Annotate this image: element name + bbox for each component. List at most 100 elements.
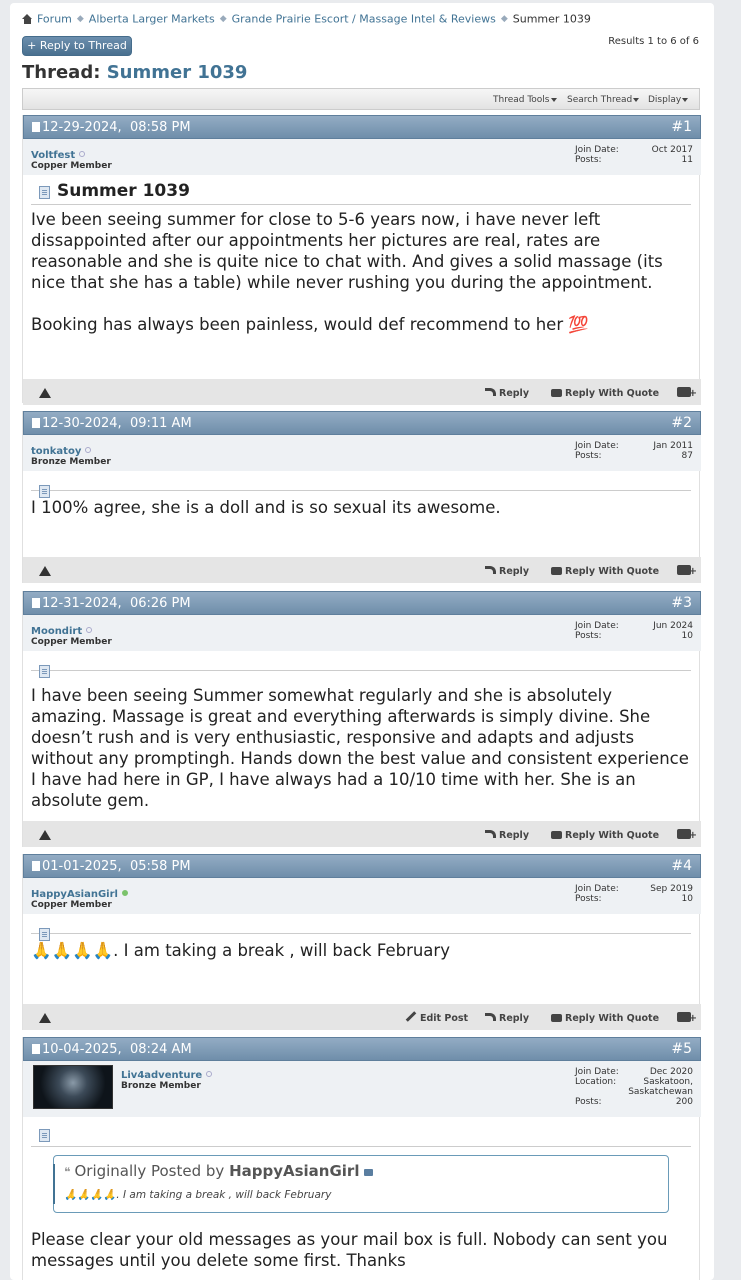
offline-status-icon [79,151,86,157]
reply-button[interactable]: Reply [485,388,529,399]
reply-with-quote-button[interactable]: Reply With Quote [551,388,659,399]
reply-label: Reply [499,1013,530,1024]
post-number-link[interactable]: #5 [671,1041,692,1057]
report-warning-icon[interactable] [39,1013,51,1023]
join-date-value: Jan 2011 [653,441,693,451]
post-date: 12-31-2024, 06:26 PM [32,596,191,611]
display-menu[interactable]: Display [648,95,689,105]
reply-icon [485,830,496,838]
reply-button[interactable]: Reply [485,566,529,577]
username-text: Moondirt [31,626,83,637]
thread-toolbar: Thread Tools Search Thread Display [22,88,700,110]
join-date-value: Oct 2017 [651,145,693,155]
post-icon [32,598,40,608]
edit-post-button[interactable]: Edit Post [405,1011,469,1024]
breadcrumb-separator-icon: ◆ [500,14,508,24]
join-date-label: Join Date: [575,621,619,631]
post-number-link[interactable]: #1 [671,119,692,135]
post-number-link[interactable]: #2 [671,415,692,431]
post-title-row: Summer 1039 [31,177,691,205]
post-doc-icon [39,665,50,678]
username-link[interactable]: tonkatoy [31,446,92,457]
edit-post-label: Edit Post [420,1013,469,1024]
post-content: I have been seeing Summer somewhat regul… [31,653,691,811]
reply-with-quote-label: Reply With Quote [565,566,660,577]
multi-quote-icon[interactable] [677,829,697,841]
post-title: Summer 1039 [57,181,190,201]
post-date: 01-01-2025, 05:58 PM [32,859,191,874]
post-date-time: 05:58 PM [129,859,191,874]
post-footer: Reply Reply With Quote [23,379,701,405]
post-number-link[interactable]: #4 [671,858,692,874]
reply-with-quote-button[interactable]: Reply With Quote [551,830,659,841]
reply-with-quote-button[interactable]: Reply With Quote [551,1013,659,1024]
post-message: I have been seeing Summer somewhat regul… [31,686,689,810]
username-link[interactable]: Moondirt [31,626,93,637]
post-date-time: 08:58 PM [129,120,191,135]
reply-with-quote-label: Reply With Quote [565,388,660,399]
post-3: 12-31-2024, 06:26 PM #3 Moondirt Copper … [22,591,701,847]
reply-to-thread-button[interactable]: + Reply to Thread [22,36,132,56]
multi-quote-icon[interactable] [677,1012,697,1024]
quote-prefix: Originally Posted by [74,1162,225,1180]
username-link[interactable]: Voltfest [31,150,86,161]
username-link[interactable]: Liv4adventure [121,1070,213,1081]
reply-button[interactable]: Reply [485,1013,529,1024]
quote-author[interactable]: HappyAsianGirl [229,1162,359,1180]
quote-mark-icon: ❝ [64,1165,71,1179]
post-date-day: 12-29-2024, [42,120,122,135]
join-date-label: Join Date: [575,884,619,894]
breadcrumb-current: Summer 1039 [512,12,591,26]
user-stats: Join Date: Jun 2024 Posts: 10 [575,621,693,641]
post-date-day: 01-01-2025, [42,859,122,874]
post-header: 12-31-2024, 06:26 PM #3 [23,591,701,615]
thread-name: Summer 1039 [106,62,248,83]
report-warning-icon[interactable] [39,830,51,840]
post-footer: Reply Reply With Quote [23,821,701,847]
offline-status-icon [86,627,93,633]
online-status-icon [121,890,128,896]
quote-icon [551,831,562,839]
post-icon [32,861,40,871]
reply-with-quote-label: Reply With Quote [565,1013,660,1024]
post-1: 12-29-2024, 08:58 PM #1 Voltfest Copper … [22,115,701,405]
avatar[interactable] [33,1065,113,1109]
user-info-bar: Liv4adventure Bronze Member Join Date: De… [23,1061,701,1117]
view-post-icon[interactable] [364,1169,374,1176]
user-title: Bronze Member [31,457,111,467]
user-info-bar: tonkatoy Bronze Member Join Date: Jan 201… [23,435,701,471]
post-2: 12-30-2024, 09:11 AM #2 tonkatoy Bronze … [22,411,701,583]
multi-quote-icon[interactable] [677,565,697,577]
breadcrumb-grande-prairie[interactable]: Grande Prairie Escort / Massage Intel & … [232,13,496,26]
breadcrumb-forum[interactable]: Forum [37,13,72,26]
username-text: Liv4adventure [121,1070,203,1081]
posts-value: 10 [681,631,693,641]
post-content: Summer 1039 Ive been seeing summer for c… [31,177,691,335]
post-message: I 100% agree, she is a doll and is so se… [31,498,501,517]
multi-quote-icon[interactable] [677,387,697,399]
reply-with-quote-button[interactable]: Reply With Quote [551,566,659,577]
post-number-link[interactable]: #3 [671,595,692,611]
results-count: Results 1 to 6 of 6 [608,36,699,47]
user-title: Copper Member [31,161,112,171]
join-date-label: Join Date: [575,1067,619,1077]
post-date-time: 06:26 PM [129,596,191,611]
quote-block: ❝ Originally Posted by HappyAsianGirl 🙏🙏🙏… [53,1155,669,1213]
username-link[interactable]: HappyAsianGirl [31,889,128,900]
post-content: 🙏🙏🙏🙏. I am taking a break , will back Fe… [31,916,691,961]
dropdown-arrow-icon [550,97,557,102]
thread-tools-menu[interactable]: Thread Tools [493,95,557,105]
join-date-value: Dec 2020 [649,1067,693,1077]
breadcrumb-alberta-larger-markets[interactable]: Alberta Larger Markets [89,13,215,26]
post-header: 01-01-2025, 05:58 PM #4 [23,854,701,878]
report-warning-icon[interactable] [39,388,51,398]
quote-icon [551,1014,562,1022]
reply-label: Reply [499,388,530,399]
reply-button[interactable]: Reply [485,830,529,841]
posts-value: 87 [681,451,693,461]
home-icon[interactable] [22,14,33,24]
search-thread-menu[interactable]: Search Thread [567,95,640,105]
user-title: Copper Member [31,900,112,910]
report-warning-icon[interactable] [39,566,51,576]
post-icon-row [31,916,691,941]
